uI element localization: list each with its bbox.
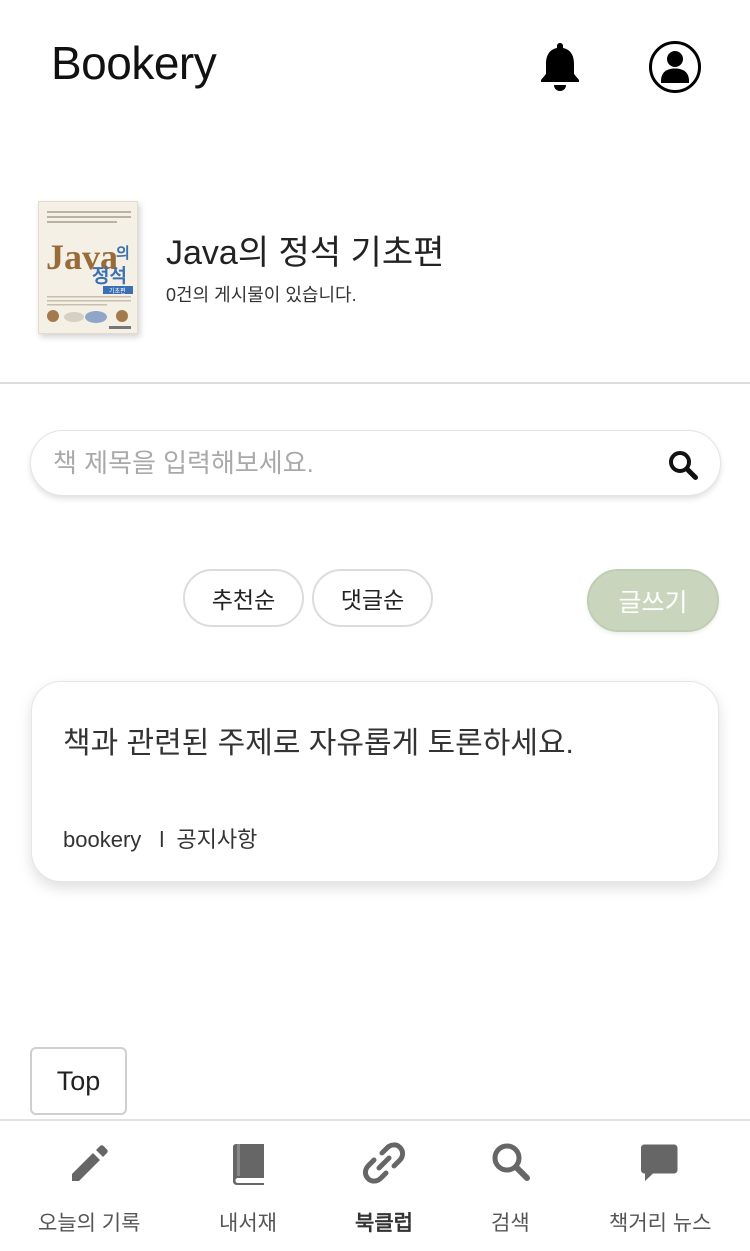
nav-label-book-club: 북클럽 — [355, 1212, 413, 1235]
nav-item-search[interactable]: 검색 — [453, 1121, 571, 1251]
post-category: 공지사항 — [176, 827, 258, 852]
pencil-icon — [65, 1139, 113, 1187]
scroll-top-button[interactable]: Top — [30, 1047, 127, 1115]
nav-label-news: 책거리 뉴스 — [609, 1212, 712, 1235]
nav-item-my-library[interactable]: 내서재 — [178, 1121, 318, 1251]
nav-item-news[interactable]: 책거리 뉴스 — [571, 1121, 750, 1251]
sort-by-recommend-button[interactable]: 추천순 — [183, 569, 304, 627]
chat-icon — [635, 1139, 683, 1187]
app-header: Bookery — [0, 0, 750, 130]
link-icon — [360, 1139, 408, 1187]
post-text: 책과 관련된 주제로 자유롭게 토론하세요. — [63, 727, 574, 760]
app-title[interactable]: Bookery — [51, 36, 217, 90]
nav-label-search: 검색 — [491, 1212, 530, 1235]
search-input[interactable] — [53, 443, 653, 483]
nav-label-my-library: 내서재 — [219, 1212, 277, 1235]
cover-edition: 기초편 — [109, 287, 126, 295]
search-icon — [487, 1139, 535, 1187]
post-author: bookery — [63, 827, 142, 852]
write-post-button[interactable]: 글쓰기 — [587, 569, 719, 632]
search-icon[interactable] — [667, 449, 699, 481]
search-bar — [30, 430, 721, 496]
book-icon — [224, 1139, 272, 1187]
profile-icon[interactable] — [648, 40, 702, 94]
sort-by-comment-button[interactable]: 댓글순 — [312, 569, 433, 627]
post-meta: bookery l 공지사항 — [63, 822, 257, 854]
section-divider — [0, 382, 750, 384]
nav-item-book-club[interactable]: 북클럽 — [318, 1121, 453, 1251]
nav-label-today-record: 오늘의 기록 — [38, 1212, 141, 1235]
book-title: Java의 정석 기초편 — [166, 234, 445, 272]
post-count-text: 0건의 게시물이 있습니다. — [166, 285, 357, 305]
bell-icon[interactable] — [537, 40, 583, 92]
post-card[interactable]: 책과 관련된 주제로 자유롭게 토론하세요. bookery l 공지사항 — [31, 681, 719, 882]
cover-title-suffix: 의 — [116, 244, 130, 262]
nav-item-today-record[interactable]: 오늘의 기록 — [0, 1121, 178, 1251]
book-cover-image[interactable]: Java 의 정석 기초편 — [38, 201, 138, 334]
cover-title-ko: 정석 — [92, 265, 127, 287]
post-meta-separator: l — [159, 827, 165, 852]
book-info-section: Java 의 정석 기초편 Java의 정석 기초편 0건의 게시물이 있습니다… — [0, 195, 750, 345]
bottom-nav: 오늘의 기록 내서재 북클럽 검색 책거리 뉴스 — [0, 1119, 750, 1251]
